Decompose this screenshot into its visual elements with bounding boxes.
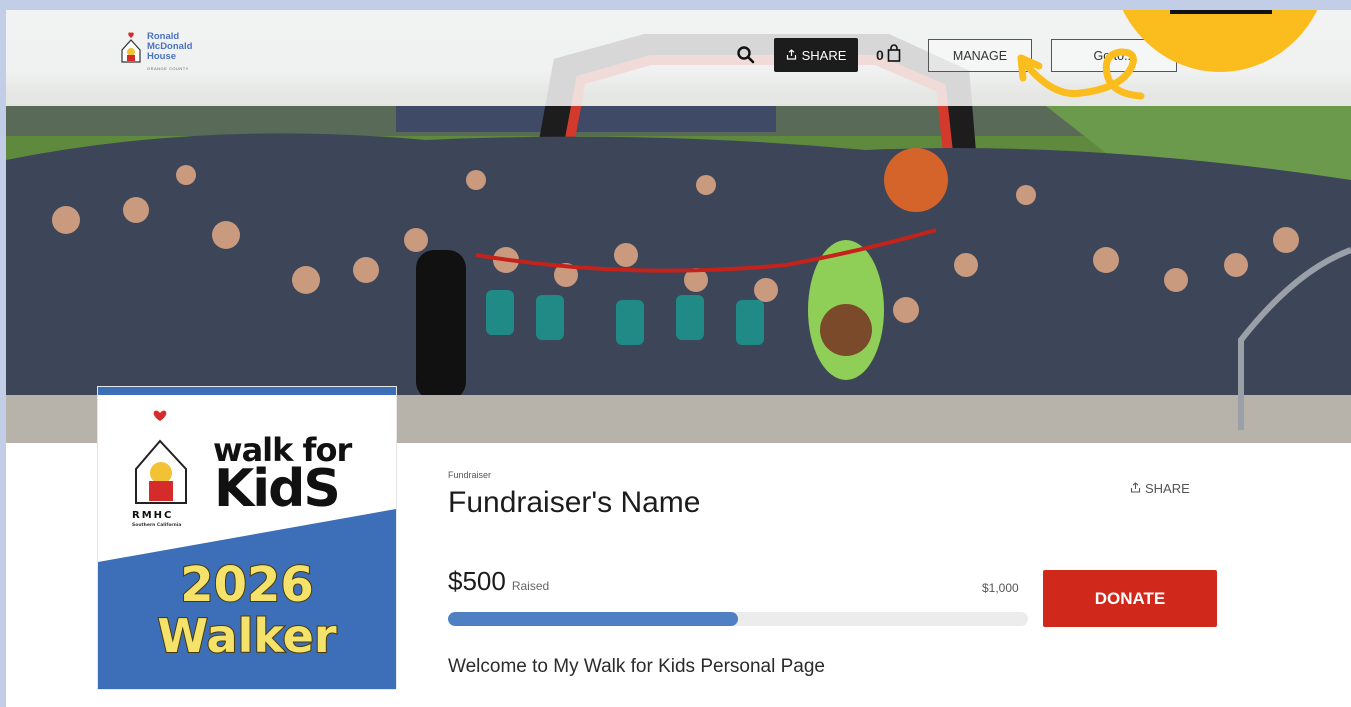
logo-line-3: House bbox=[147, 51, 177, 62]
arrow-doodle-icon bbox=[1017, 48, 1145, 100]
badge-frame bbox=[1170, 10, 1272, 14]
share-icon bbox=[1130, 481, 1141, 496]
cart-count: 0 bbox=[876, 46, 884, 63]
goal-amount: $1,000 bbox=[982, 581, 1019, 595]
raised-amount: $500 bbox=[448, 566, 506, 596]
walker-card: walk for KidS RMHC Southern California 2… bbox=[98, 387, 396, 689]
search-icon[interactable] bbox=[736, 45, 756, 65]
house-icon bbox=[120, 32, 142, 66]
logo-subtext: ORANGE COUNTY bbox=[147, 66, 189, 71]
walker-year: 2026 bbox=[179, 556, 315, 614]
progress-fill bbox=[448, 612, 738, 626]
shopping-bag-icon bbox=[887, 44, 901, 65]
header-share-label: SHARE bbox=[801, 47, 847, 63]
fundraiser-label: Fundraiser bbox=[448, 470, 492, 480]
fundraiser-name: Fundraiser's Name bbox=[448, 486, 701, 519]
raised-summary: $500 Raised bbox=[448, 566, 549, 597]
header-share-button[interactable]: SHARE bbox=[774, 38, 858, 72]
region-text: Southern California bbox=[132, 523, 182, 528]
progress-bar bbox=[448, 612, 1028, 626]
cart-button[interactable]: 0 bbox=[876, 44, 901, 65]
fundraiser-share-label: SHARE bbox=[1145, 481, 1190, 496]
share-icon bbox=[786, 48, 797, 63]
kids-text: KidS bbox=[214, 459, 341, 519]
rmhc-logo[interactable]: Ronald McDonald House ORANGE COUNTY bbox=[120, 32, 192, 74]
donate-button[interactable]: DONATE bbox=[1043, 570, 1217, 627]
fundraiser-share-button[interactable]: SHARE bbox=[1130, 481, 1190, 496]
walker-label: Walker bbox=[156, 608, 337, 664]
rmhc-text: RMHC bbox=[132, 510, 174, 521]
page-frame: Ronald McDonald House ORANGE COUNTY SHAR… bbox=[6, 10, 1351, 707]
raised-label: Raised bbox=[511, 579, 550, 593]
logo-text: Ronald McDonald House ORANGE COUNTY bbox=[147, 32, 192, 74]
welcome-message: Welcome to My Walk for Kids Personal Pag… bbox=[448, 656, 825, 677]
